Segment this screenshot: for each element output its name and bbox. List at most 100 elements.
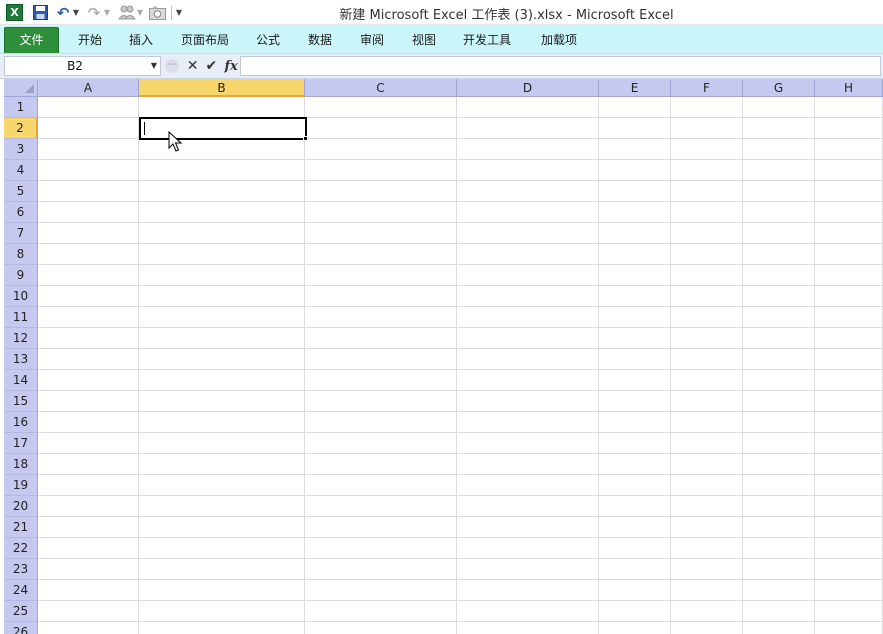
row-header-21[interactable]: 21: [4, 517, 38, 538]
row-header-22[interactable]: 22: [4, 538, 38, 559]
window-title: 新建 Microsoft Excel 工作表 (3).xlsx - Micros…: [339, 8, 674, 23]
gridline-horizontal: [38, 558, 883, 559]
undo-icon[interactable]: ↶: [55, 4, 71, 22]
tab-3[interactable]: 页面布局: [172, 28, 238, 54]
tab-2[interactable]: 插入: [121, 28, 161, 54]
row-header-12[interactable]: 12: [4, 328, 38, 349]
row-header-20[interactable]: 20: [4, 496, 38, 517]
row-header-2[interactable]: 2: [4, 118, 38, 139]
gridline-horizontal: [38, 264, 883, 265]
column-header-b[interactable]: B: [139, 79, 305, 97]
formula-input[interactable]: [240, 56, 881, 76]
row-header-17[interactable]: 17: [4, 433, 38, 454]
tab-4[interactable]: 公式: [248, 28, 288, 54]
column-header-c[interactable]: C: [305, 79, 457, 97]
gridline-horizontal: [38, 537, 883, 538]
row-header-19[interactable]: 19: [4, 475, 38, 496]
insert-function-icon[interactable]: fx: [222, 59, 240, 74]
title-bar: X ↶ ▼ ↷ ▼ ▼ ▼ 新建 Microsoft Excel 工作表 (3)…: [0, 0, 883, 25]
save-icon[interactable]: [33, 4, 48, 21]
formula-bar: B2 ▼ ⋯ ✕ ✔ fx: [0, 54, 883, 79]
gridline-vertical: [138, 97, 139, 634]
mouse-pointer-icon: [168, 131, 183, 152]
row-header-16[interactable]: 16: [4, 412, 38, 433]
column-header-d[interactable]: D: [457, 79, 599, 97]
gridline-horizontal: [38, 453, 883, 454]
select-all-button[interactable]: [4, 79, 38, 97]
gridline-horizontal: [38, 201, 883, 202]
gridline-horizontal: [38, 411, 883, 412]
chevron-down-icon[interactable]: ▼: [151, 61, 157, 70]
row-header-3[interactable]: 3: [4, 139, 38, 160]
redo-icon[interactable]: ↷: [86, 4, 102, 22]
cancel-icon[interactable]: ✕: [185, 58, 201, 74]
tab-1[interactable]: 开始: [66, 28, 114, 54]
active-cell-b2[interactable]: [139, 117, 307, 140]
row-header-4[interactable]: 4: [4, 160, 38, 181]
gridline-horizontal: [38, 474, 883, 475]
gridline-vertical: [742, 97, 743, 634]
gridline-horizontal: [38, 579, 883, 580]
tab-8[interactable]: 开发工具: [456, 28, 518, 54]
excel-logo-icon[interactable]: X: [6, 4, 23, 21]
row-header-11[interactable]: 11: [4, 307, 38, 328]
row-header-1[interactable]: 1: [4, 97, 38, 118]
column-header-g[interactable]: G: [743, 79, 815, 97]
gridline-horizontal: [38, 369, 883, 370]
ribbon-tab-bar: 文件 开始 插入 页面布局 公式 数据 审阅 视图 开发工具 加载项: [0, 25, 883, 54]
gridline-horizontal: [38, 285, 883, 286]
share-people-icon[interactable]: [118, 4, 136, 21]
tab-5[interactable]: 数据: [300, 28, 340, 54]
gridline-vertical: [670, 97, 671, 634]
enter-check-icon[interactable]: ✔: [204, 58, 220, 74]
row-header-8[interactable]: 8: [4, 244, 38, 265]
gridline-horizontal: [38, 348, 883, 349]
select-all-triangle-icon: [25, 84, 34, 93]
column-header-f[interactable]: F: [671, 79, 743, 97]
tab-7[interactable]: 视图: [404, 28, 444, 54]
gridline-horizontal: [38, 516, 883, 517]
row-header-15[interactable]: 15: [4, 391, 38, 412]
formula-bar-resize-icon[interactable]: ⋯: [165, 59, 179, 73]
row-header-13[interactable]: 13: [4, 349, 38, 370]
name-box[interactable]: B2 ▼: [4, 56, 161, 76]
row-header-23[interactable]: 23: [4, 559, 38, 580]
tab-6[interactable]: 审阅: [352, 28, 392, 54]
column-header-h[interactable]: H: [815, 79, 883, 97]
gridline-horizontal: [38, 327, 883, 328]
row-header-26[interactable]: 26: [4, 622, 38, 634]
row-header-7[interactable]: 7: [4, 223, 38, 244]
redo-dropdown-icon[interactable]: ▼: [103, 4, 111, 21]
gridline-horizontal: [38, 159, 883, 160]
gridline-horizontal: [38, 306, 883, 307]
gridline-horizontal: [38, 495, 883, 496]
gridline-vertical: [304, 97, 305, 634]
gridline-horizontal: [38, 600, 883, 601]
column-header-a[interactable]: A: [38, 79, 139, 97]
toolbar-separator: [171, 6, 172, 20]
undo-dropdown-icon[interactable]: ▼: [72, 4, 80, 21]
row-header-9[interactable]: 9: [4, 265, 38, 286]
name-box-value: B2: [67, 59, 83, 73]
share-dropdown-icon[interactable]: ▼: [136, 4, 144, 21]
fill-handle[interactable]: [303, 136, 308, 141]
customize-toolbar-icon[interactable]: ▼: [174, 4, 184, 21]
row-header-14[interactable]: 14: [4, 370, 38, 391]
row-header-18[interactable]: 18: [4, 454, 38, 475]
row-header-24[interactable]: 24: [4, 580, 38, 601]
gridline-horizontal: [38, 621, 883, 622]
row-header-5[interactable]: 5: [4, 181, 38, 202]
gridline-vertical: [598, 97, 599, 634]
row-header-6[interactable]: 6: [4, 202, 38, 223]
column-header-e[interactable]: E: [599, 79, 671, 97]
text-caret: [144, 122, 145, 135]
gridline-horizontal: [38, 432, 883, 433]
camera-icon[interactable]: [148, 4, 166, 21]
formula-buttons: ⋯ ✕ ✔ fx: [163, 56, 240, 76]
row-header-25[interactable]: 25: [4, 601, 38, 622]
gridline-vertical: [814, 97, 815, 634]
worksheet-grid[interactable]: ABCDEFGH 1 2 3 4 5 6 7 8 9 10 11 12 13 14 15 16 17 18 19 20…: [0, 79, 883, 634]
tab-9[interactable]: 加载项: [533, 28, 585, 54]
row-header-10[interactable]: 10: [4, 286, 38, 307]
tab-file[interactable]: 文件: [4, 27, 59, 53]
